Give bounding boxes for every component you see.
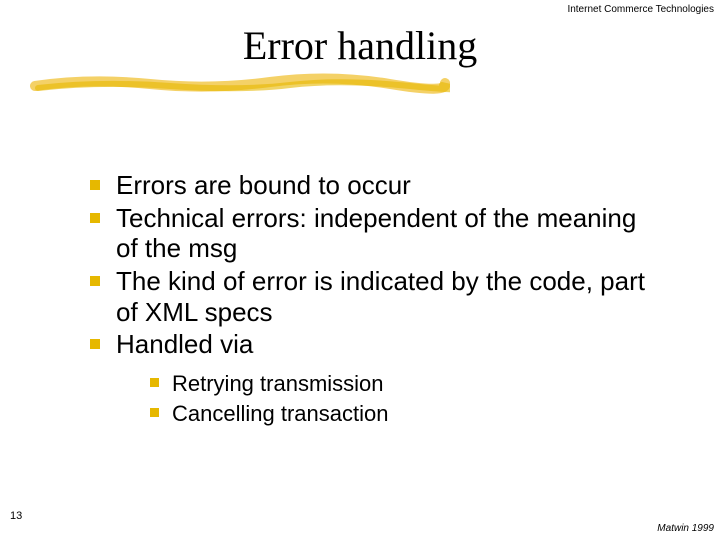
- bullet-text: Errors are bound to occur: [116, 170, 411, 200]
- sub-bullet-list: Retrying transmission Cancelling transac…: [148, 370, 648, 427]
- title-underline: [30, 72, 450, 94]
- list-item: Technical errors: independent of the mea…: [88, 203, 648, 264]
- bullet-text: The kind of error is indicated by the co…: [116, 266, 645, 327]
- list-item: Retrying transmission: [148, 370, 648, 398]
- content-area: Errors are bound to occur Technical erro…: [88, 170, 648, 429]
- list-item: The kind of error is indicated by the co…: [88, 266, 648, 327]
- slide-title: Error handling: [0, 22, 720, 69]
- bullet-text: Handled via: [116, 329, 253, 359]
- list-item: Errors are bound to occur: [88, 170, 648, 201]
- main-bullet-list: Errors are bound to occur Technical erro…: [88, 170, 648, 360]
- footer-credit: Matwin 1999: [657, 523, 714, 534]
- bullet-text: Cancelling transaction: [172, 401, 388, 426]
- list-item: Handled via: [88, 329, 648, 360]
- list-item: Cancelling transaction: [148, 400, 648, 428]
- bullet-text: Retrying transmission: [172, 371, 384, 396]
- page-number: 13: [10, 510, 22, 522]
- bullet-text: Technical errors: independent of the mea…: [116, 203, 636, 264]
- course-header: Internet Commerce Technologies: [567, 4, 714, 15]
